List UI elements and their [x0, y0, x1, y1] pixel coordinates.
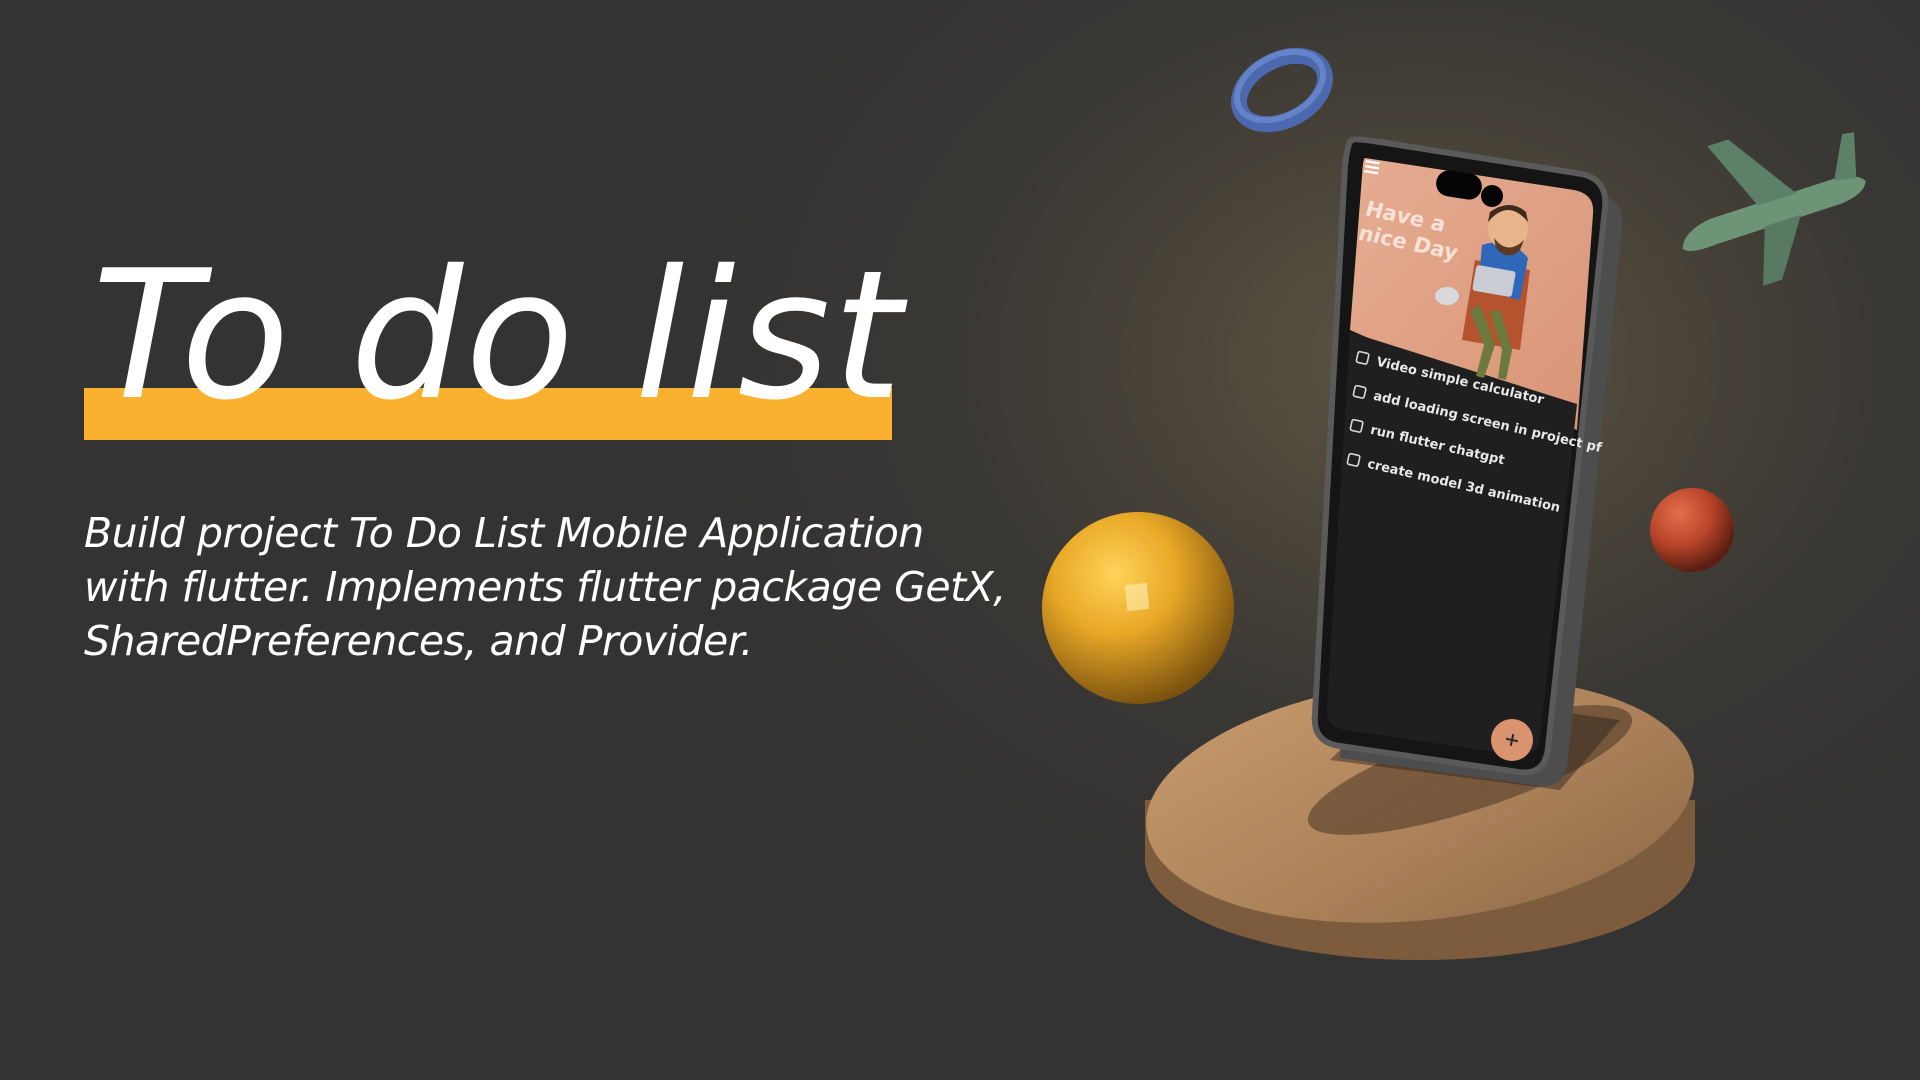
red-sphere — [1650, 488, 1734, 572]
hero-banner: To do list Build project To Do List Mobi… — [0, 0, 1920, 1080]
blue-ring — [1231, 47, 1333, 133]
add-task-button[interactable] — [1491, 719, 1533, 761]
phone-mockup-scene: Have a nice Day Video simple calculator … — [1042, 47, 1866, 960]
toy-plane — [1682, 132, 1866, 286]
hamburger-menu-icon[interactable] — [1364, 160, 1380, 175]
yellow-sphere — [1042, 512, 1234, 704]
